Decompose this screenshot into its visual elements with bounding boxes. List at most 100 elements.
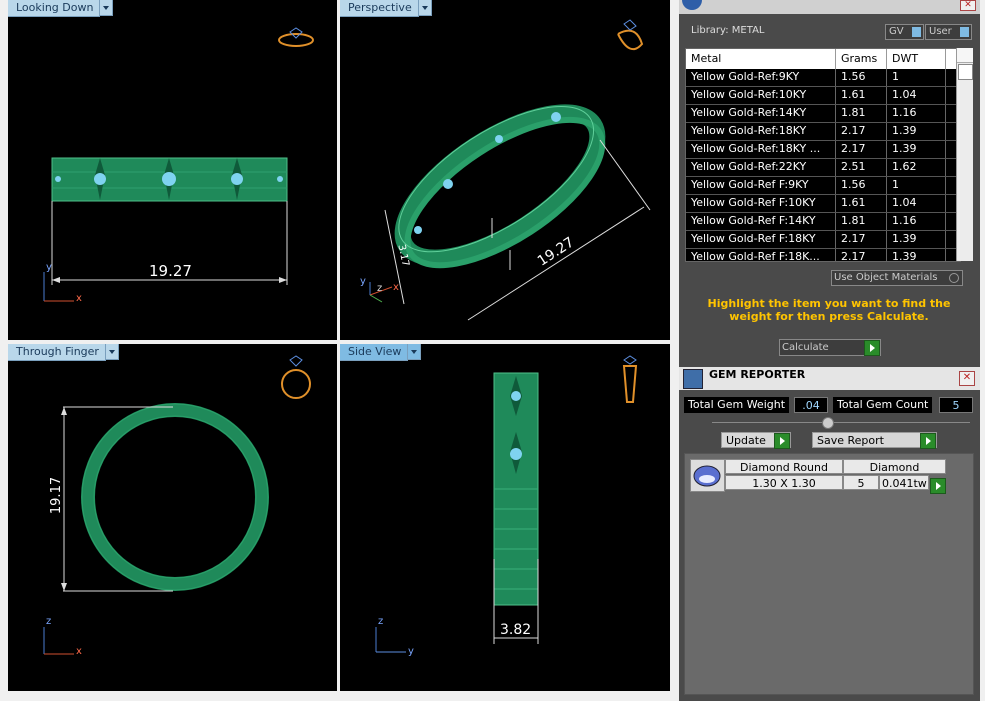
viewport-tab-looking-down[interactable]: Looking Down — [8, 0, 114, 17]
viewport-side-view[interactable]: Side View 3.82 z y — [340, 344, 670, 691]
user-toggle[interactable]: User — [925, 24, 972, 40]
table-row[interactable]: Yellow Gold-Ref:22KY 2.51 1.62 — [686, 159, 960, 177]
table-row[interactable]: Yellow Gold-Ref:14KY 1.81 1.16 — [686, 105, 960, 123]
grams-cell: 1.56 — [836, 177, 887, 194]
chevron-down-icon[interactable] — [418, 0, 432, 16]
chevron-down-icon[interactable] — [100, 0, 114, 16]
viewport-tab-label: Side View — [340, 344, 409, 361]
axis-label-x: x — [76, 293, 82, 304]
user-label: User — [929, 26, 952, 37]
dwt-cell: 1 — [887, 69, 946, 86]
update-button[interactable]: Update — [721, 432, 791, 449]
grams-cell: 1.61 — [836, 87, 887, 104]
use-object-materials-label: Use Object Materials — [834, 272, 938, 283]
grams-cell: 1.81 — [836, 213, 887, 230]
viewport-tab-perspective[interactable]: Perspective — [340, 0, 432, 17]
dwt-cell: 1 — [887, 177, 946, 194]
table-row[interactable]: Yellow Gold-Ref:18KY 2.17 1.39 — [686, 123, 960, 141]
axis-label-z: z — [377, 283, 383, 294]
looking-down-drawing — [43, 27, 314, 302]
dimension-label: 19.27 — [149, 262, 192, 280]
play-icon — [774, 433, 790, 449]
axis-label-y: y — [360, 276, 366, 287]
gem-stone-icon — [690, 459, 725, 492]
table-row[interactable]: Yellow Gold-Ref F:18K... 2.17 1.39 — [686, 249, 960, 261]
axis-label-x: x — [393, 282, 399, 293]
dwt-cell: 1.16 — [887, 213, 946, 230]
viewport-through-finger[interactable]: Through Finger 19.17 z x — [8, 344, 337, 691]
grams-cell: 2.17 — [836, 249, 887, 261]
axis-label-z: z — [378, 616, 384, 627]
close-icon[interactable]: ✕ — [960, 0, 976, 11]
metal-cell: Yellow Gold-Ref:9KY — [686, 69, 836, 86]
dwt-cell: 1.39 — [887, 249, 946, 261]
table-scrollbar[interactable] — [956, 48, 973, 261]
gem-detail-play-icon[interactable] — [930, 477, 946, 494]
metal-cell: Yellow Gold-Ref F:18KY — [686, 231, 836, 248]
dwt-cell: 1.04 — [887, 195, 946, 212]
save-report-label: Save Report — [817, 434, 884, 447]
gv-toggle[interactable]: GV — [885, 24, 924, 40]
dimension-label: 19.17 — [49, 476, 65, 515]
dwt-cell: 1.39 — [887, 123, 946, 140]
calculate-button[interactable]: Calculate — [779, 339, 881, 356]
metal-cell: Yellow Gold-Ref F:10KY — [686, 195, 836, 212]
save-report-button[interactable]: Save Report — [812, 432, 937, 449]
grams-cell: 1.81 — [836, 105, 887, 122]
column-header-dwt[interactable]: DWT — [887, 49, 946, 69]
grams-cell: 2.17 — [836, 141, 887, 158]
metal-cell: Yellow Gold-Ref F:18K... — [686, 249, 836, 261]
divider-slider[interactable] — [712, 422, 970, 423]
dwt-cell: 1.16 — [887, 105, 946, 122]
viewport-tab-side-view[interactable]: Side View — [340, 344, 422, 361]
total-gem-weight-value: .04 — [794, 397, 828, 413]
close-icon[interactable]: ✕ — [959, 371, 975, 386]
viewport-tab-label: Through Finger — [8, 344, 106, 361]
table-row[interactable]: Yellow Gold-Ref F:14KY 1.81 1.16 — [686, 213, 960, 231]
gem-reporter-title: GEM REPORTER — [709, 368, 806, 381]
gv-label: GV — [889, 26, 904, 37]
use-object-materials-checkbox[interactable]: Use Object Materials — [831, 270, 963, 286]
table-row[interactable]: Yellow Gold-Ref F:18KY 2.17 1.39 — [686, 231, 960, 249]
scrollbar-thumb[interactable] — [958, 64, 973, 80]
table-row[interactable]: Yellow Gold-Ref F:9KY 1.56 1 — [686, 177, 960, 195]
gem-size-cell: 1.30 X 1.30 — [725, 475, 843, 490]
update-label: Update — [726, 434, 766, 447]
total-gem-count-label: Total Gem Count — [833, 397, 933, 413]
grams-cell: 2.51 — [836, 159, 887, 176]
chevron-down-icon[interactable] — [105, 344, 119, 360]
metal-table[interactable]: Metal Grams DWT Yellow Gold-Ref:9KY 1.56 1… — [685, 48, 961, 262]
axis-label-y: y — [408, 646, 414, 657]
calculate-hint: Highlight the item you want to find the … — [707, 297, 951, 323]
table-row[interactable]: Yellow Gold-Ref F:10KY 1.61 1.04 — [686, 195, 960, 213]
side-view-drawing — [375, 355, 638, 653]
total-gem-count-value: 5 — [939, 397, 973, 413]
table-row[interactable]: Yellow Gold-Ref:9KY 1.56 1 — [686, 69, 960, 87]
metal-cell: Yellow Gold-Ref:18KY ... — [686, 141, 836, 158]
slider-knob-icon[interactable] — [822, 417, 834, 429]
column-header-metal[interactable]: Metal — [686, 49, 836, 69]
dimension-label: 3.82 — [500, 622, 532, 638]
library-title-bar — [679, 0, 980, 14]
axis-label-y: y — [46, 262, 52, 273]
metal-cell: Yellow Gold-Ref F:14KY — [686, 213, 836, 230]
metal-cell: Yellow Gold-Ref F:9KY — [686, 177, 836, 194]
table-row[interactable]: Yellow Gold-Ref:18KY ... 2.17 1.39 — [686, 141, 960, 159]
dwt-cell: 1.04 — [887, 87, 946, 104]
perspective-drawing — [369, 19, 651, 321]
viewport-tab-label: Looking Down — [8, 0, 101, 17]
column-header-grams[interactable]: Grams — [836, 49, 887, 69]
radio-icon — [949, 273, 959, 283]
table-row[interactable]: Yellow Gold-Ref:10KY 1.61 1.04 — [686, 87, 960, 105]
table-header: Metal Grams DWT — [686, 49, 960, 69]
grams-cell: 2.17 — [836, 123, 887, 140]
viewport-perspective[interactable]: Perspective 19.27 3.17 y z x — [340, 0, 670, 340]
viewport-looking-down[interactable]: Looking Down 19.27 y x — [8, 0, 337, 340]
viewport-tab-through-finger[interactable]: Through Finger — [8, 344, 119, 361]
gem-shape-cell: Diamond Round — [725, 459, 843, 474]
gem-reporter-icon — [683, 369, 703, 389]
chevron-down-icon[interactable] — [408, 344, 422, 360]
metal-cell: Yellow Gold-Ref:22KY — [686, 159, 836, 176]
play-icon — [920, 433, 936, 449]
gem-weight-cell: 0.041tw — [879, 475, 929, 490]
